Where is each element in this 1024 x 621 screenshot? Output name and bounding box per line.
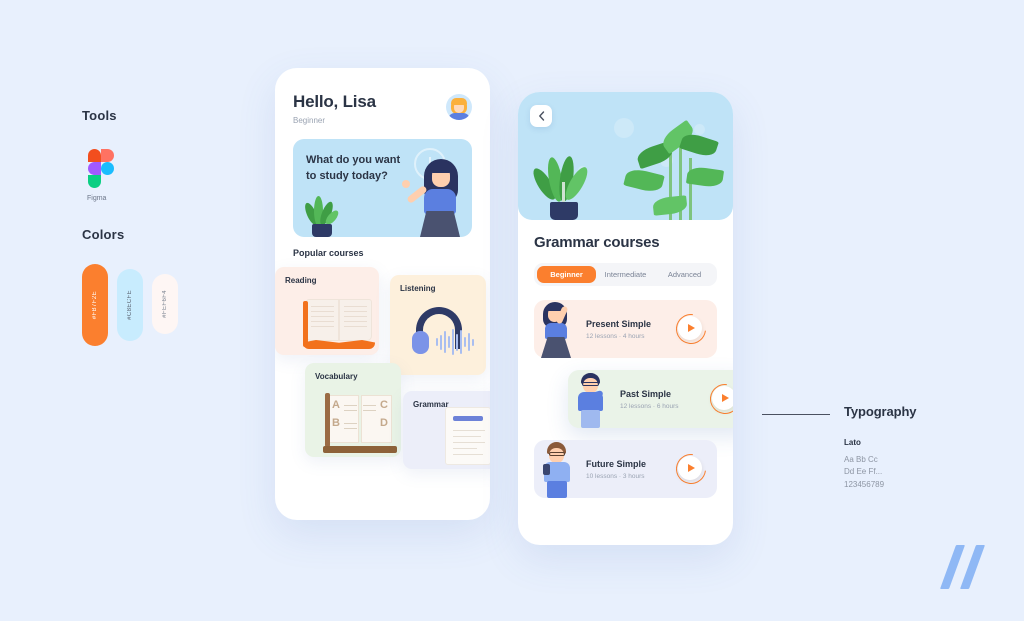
course-card-reading[interactable]: Reading bbox=[275, 267, 379, 355]
color-swatch-label: #FB7F2E bbox=[92, 290, 98, 320]
dictionary-book-icon: A B C D bbox=[323, 391, 397, 453]
leaf-plant-illustration bbox=[623, 108, 727, 220]
lesson-text: Present Simple 12 lessons · 4 hours bbox=[582, 319, 676, 340]
open-book-icon bbox=[303, 299, 375, 349]
lesson-text: Past Simple 12 lessons · 6 hours bbox=[616, 389, 710, 410]
color-swatch: #FEF6F4 bbox=[152, 274, 178, 334]
typography-heading: Typography bbox=[844, 404, 917, 419]
connector-line bbox=[762, 414, 830, 415]
tools-heading: Tools bbox=[82, 108, 117, 123]
banner-question-line2: to study today? bbox=[306, 169, 388, 182]
font-sample: Aa Bb Cc Dd Ee Ff... 123456789 bbox=[844, 454, 884, 491]
greeting-title: Hello, Lisa bbox=[293, 92, 376, 111]
play-icon bbox=[678, 456, 702, 480]
lesson-title: Future Simple bbox=[586, 458, 647, 469]
potted-plant-illustration bbox=[529, 138, 592, 220]
level-tabs: Beginner Intermediate Advanced bbox=[534, 263, 717, 286]
phone-mockup-courses: Grammar courses Beginner Intermediate Ad… bbox=[518, 92, 733, 545]
document-icon bbox=[445, 407, 490, 465]
colors-heading: Colors bbox=[82, 227, 125, 242]
font-numeral-sample: 123456789 bbox=[844, 479, 885, 489]
course-card-label: Vocabulary bbox=[315, 372, 358, 381]
course-card-label: Reading bbox=[285, 276, 317, 285]
figma-label: Figma bbox=[87, 195, 107, 202]
tools-section: Tools Figma bbox=[82, 108, 117, 202]
tab-advanced[interactable]: Advanced bbox=[655, 266, 714, 283]
lesson-text: Future Simple 10 lessons · 3 hours bbox=[582, 459, 676, 480]
tab-intermediate[interactable]: Intermediate bbox=[596, 266, 655, 283]
course-card-label: Grammar bbox=[413, 400, 449, 409]
course-card-grammar[interactable]: Grammar bbox=[403, 391, 490, 469]
tab-beginner[interactable]: Beginner bbox=[537, 266, 596, 283]
figma-icon bbox=[88, 149, 114, 188]
course-card-vocabulary[interactable]: Vocabulary A B C D bbox=[305, 363, 401, 457]
popular-courses-heading: Popular courses bbox=[293, 248, 364, 258]
banner-question: What do you want to study today? bbox=[306, 153, 400, 185]
study-prompt-banner[interactable]: What do you want to study today? bbox=[293, 139, 472, 237]
color-swatch-row: #FB7F2E #C8ECFE #FEF6F4 bbox=[82, 264, 178, 346]
course-card-label: Listening bbox=[400, 284, 436, 293]
lesson-meta: 12 lessons · 6 hours bbox=[620, 402, 679, 410]
phone-mockup-home: Hello, Lisa Beginner What do you want to… bbox=[275, 68, 490, 520]
play-button[interactable] bbox=[669, 447, 713, 491]
avatar[interactable] bbox=[446, 94, 472, 120]
course-card-grid: Reading Listening Vocabulary A B C D Gra… bbox=[275, 267, 490, 469]
man-figure-illustration bbox=[568, 370, 616, 428]
lesson-card-past-simple[interactable]: Past Simple 12 lessons · 6 hours bbox=[568, 370, 733, 428]
font-name-label: Lato bbox=[844, 438, 861, 447]
course-card-listening[interactable]: Listening bbox=[390, 275, 486, 375]
colors-section: Colors #FB7F2E #C8ECFE #FEF6F4 bbox=[82, 227, 178, 346]
woman-figure-illustration bbox=[534, 300, 582, 358]
color-swatch: #C8ECFE bbox=[117, 269, 143, 341]
lesson-title: Present Simple bbox=[586, 318, 652, 329]
back-button[interactable] bbox=[530, 105, 552, 127]
lesson-meta: 10 lessons · 3 hours bbox=[586, 472, 645, 480]
double-slash-logo bbox=[939, 545, 994, 589]
banner-question-line1: What do you want bbox=[306, 154, 401, 166]
play-icon bbox=[712, 386, 733, 410]
lesson-card-future-simple[interactable]: Future Simple 10 lessons · 3 hours bbox=[534, 440, 717, 498]
user-level-label: Beginner bbox=[293, 116, 326, 125]
play-button[interactable] bbox=[703, 377, 733, 421]
lesson-list: Present Simple 12 lessons · 4 hours Past… bbox=[534, 300, 733, 515]
play-icon bbox=[678, 316, 702, 340]
man-with-phone-illustration bbox=[534, 440, 582, 498]
color-swatch-label: #C8ECFE bbox=[127, 290, 133, 320]
lesson-meta: 12 lessons · 4 hours bbox=[586, 332, 645, 340]
color-swatch: #FB7F2E bbox=[82, 264, 108, 346]
play-button[interactable] bbox=[669, 307, 713, 351]
page-title: Grammar courses bbox=[534, 234, 660, 251]
color-swatch-label: #FEF6F4 bbox=[162, 290, 168, 318]
font-alphabet-sample: Aa Bb Cc Dd Ee Ff... bbox=[844, 455, 883, 477]
headphones-icon bbox=[410, 305, 484, 361]
home-header: Hello, Lisa Beginner bbox=[293, 92, 472, 125]
woman-illustration bbox=[402, 153, 468, 237]
lesson-card-present-simple[interactable]: Present Simple 12 lessons · 4 hours bbox=[534, 300, 717, 358]
hero-banner bbox=[518, 92, 733, 220]
chevron-left-icon bbox=[538, 111, 544, 121]
lesson-title: Past Simple bbox=[620, 388, 672, 399]
plant-illustration bbox=[302, 195, 341, 237]
